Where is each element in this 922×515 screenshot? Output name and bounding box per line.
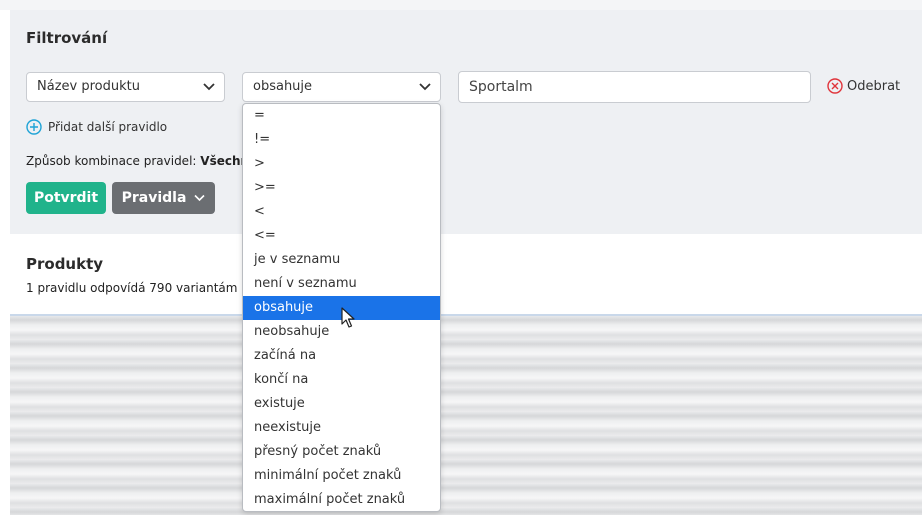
operator-select[interactable]: obsahuje (242, 72, 441, 102)
add-circle-icon (26, 119, 42, 135)
dropdown-option[interactable]: neexistuje (243, 416, 440, 440)
rules-button-label: Pravidla (121, 190, 187, 206)
products-title: Produkty (26, 255, 104, 273)
remove-rule-label: Odebrat (847, 78, 901, 94)
dropdown-option[interactable]: začíná na (243, 344, 440, 368)
remove-circle-icon (827, 78, 843, 94)
filter-title: Filtrování (26, 29, 108, 47)
products-subtitle: 1 pravidlu odpovídá 790 variantám pro (26, 281, 261, 295)
field-select[interactable]: Název produktu (26, 72, 225, 102)
dropdown-option[interactable]: = (243, 104, 440, 128)
dropdown-option[interactable]: >= (243, 176, 440, 200)
add-rule-link[interactable]: Přidat další pravidlo (26, 119, 167, 135)
dropdown-option[interactable]: není v seznamu (243, 272, 440, 296)
mouse-cursor-icon (341, 307, 355, 328)
chevron-down-icon (194, 194, 205, 202)
value-input-text: Sportalm (469, 79, 533, 95)
dropdown-option[interactable]: existuje (243, 392, 440, 416)
dropdown-option[interactable]: > (243, 152, 440, 176)
dropdown-option[interactable]: končí na (243, 368, 440, 392)
dropdown-option[interactable]: minimální počet znaků (243, 464, 440, 488)
blurred-product-list (10, 316, 922, 515)
dropdown-option[interactable]: <= (243, 224, 440, 248)
field-select-value: Název produktu (37, 79, 140, 94)
rules-dropdown-button[interactable]: Pravidla (112, 182, 215, 214)
chevron-down-icon (203, 83, 215, 91)
dropdown-option[interactable]: přesný počet znaků (243, 440, 440, 464)
operator-select-value: obsahuje (253, 79, 313, 94)
value-input[interactable]: Sportalm (458, 71, 811, 103)
dropdown-option[interactable]: != (243, 128, 440, 152)
combine-label: Způsob kombinace pravidel: (26, 154, 197, 168)
dropdown-option[interactable]: maximální počet znaků (243, 488, 440, 511)
dropdown-option[interactable]: < (243, 200, 440, 224)
chevron-down-icon (419, 83, 431, 91)
confirm-button[interactable]: Potvrdit (26, 182, 106, 214)
top-strip (0, 0, 922, 10)
dropdown-option[interactable]: je v seznamu (243, 248, 440, 272)
combine-mode: Způsob kombinace pravidel: Všechna (26, 154, 257, 168)
add-rule-label: Přidat další pravidlo (48, 120, 168, 134)
remove-rule-button[interactable]: Odebrat (827, 78, 900, 94)
